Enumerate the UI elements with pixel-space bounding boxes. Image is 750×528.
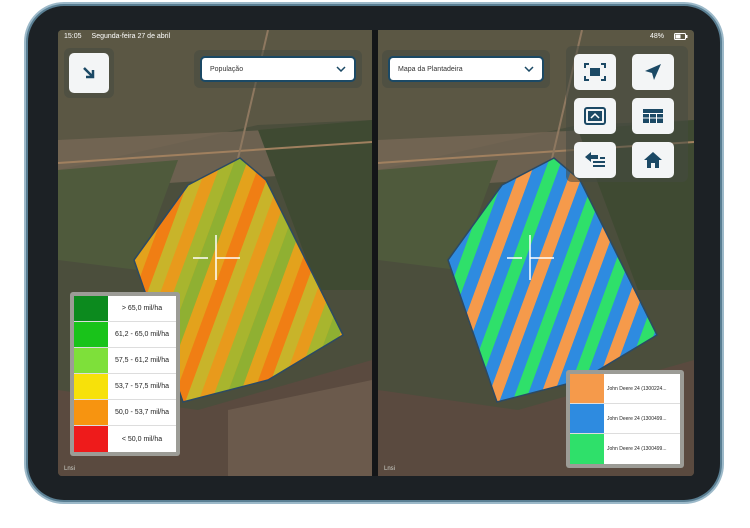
status-bar: 15:05 Segunda-feira 27 de abril xyxy=(58,30,372,42)
legend-label: John Deere 24 (1300499... xyxy=(607,415,667,422)
legend-swatch xyxy=(74,296,108,321)
picture-in-picture-icon xyxy=(584,107,606,125)
status-bar-right: 48% xyxy=(378,30,694,42)
picture-in-picture-button[interactable] xyxy=(574,98,616,134)
left-map-panel[interactable]: 15:05 Segunda-feira 27 de abril Populaçã… xyxy=(58,30,372,476)
screen: 15:05 Segunda-feira 27 de abril Populaçã… xyxy=(58,30,694,476)
legend-swatch xyxy=(570,374,604,403)
status-date: Segunda-feira 27 de abril xyxy=(91,32,171,40)
chevron-down-icon xyxy=(524,66,534,72)
table-icon xyxy=(643,109,663,123)
fit-screen-button[interactable] xyxy=(574,54,616,90)
legend-label: 57,5 - 61,2 mil/ha xyxy=(114,357,170,364)
legend-row: 61,2 - 65,0 mil/ha xyxy=(74,322,176,348)
table-button[interactable] xyxy=(632,98,674,134)
map-attribution: Lnsi xyxy=(64,466,76,472)
home-button[interactable] xyxy=(632,142,674,178)
arrow-down-right-icon xyxy=(83,67,95,79)
legend-label: 61,2 - 65,0 mil/ha xyxy=(114,331,170,338)
legend-swatch xyxy=(74,426,108,452)
list-back-icon xyxy=(585,152,605,167)
planter-legend: John Deere 24 (1300224... John Deere 24 … xyxy=(566,370,684,468)
legend-label: John Deere 24 (1300499... xyxy=(607,446,667,452)
legend-label: 50,0 - 53,7 mil/ha xyxy=(114,409,170,416)
legend-swatch xyxy=(570,434,604,464)
legend-label: 53,7 - 57,5 mil/ha xyxy=(114,383,170,390)
legend-row: John Deere 24 (1300499... xyxy=(570,434,680,464)
legend-label: John Deere 24 (1300224... xyxy=(607,385,667,392)
layer-dropdown[interactable]: População xyxy=(200,56,356,82)
navigation-arrow-icon xyxy=(645,64,661,80)
legend-swatch xyxy=(74,322,108,347)
legend-label: > 65,0 mil/ha xyxy=(121,305,163,312)
fit-screen-icon xyxy=(584,63,606,81)
right-map-panel[interactable]: 48% Mapa da Plantadeira John Deere 24 (1… xyxy=(378,30,694,476)
legend-swatch xyxy=(74,374,108,399)
home-icon xyxy=(644,152,662,168)
legend-swatch xyxy=(74,348,108,373)
population-legend: > 65,0 mil/ha 61,2 - 65,0 mil/ha 57,5 - … xyxy=(70,292,180,456)
collapse-button[interactable] xyxy=(69,53,109,93)
legend-row: John Deere 24 (1300499... xyxy=(570,404,680,434)
battery-level: 48% xyxy=(649,32,664,40)
legend-row: 53,7 - 57,5 mil/ha xyxy=(74,374,176,400)
legend-row: 57,5 - 61,2 mil/ha xyxy=(74,348,176,374)
legend-row: > 65,0 mil/ha xyxy=(74,296,176,322)
back-list-button[interactable] xyxy=(574,142,616,178)
legend-swatch xyxy=(74,400,108,425)
status-time: 15:05 xyxy=(64,32,82,40)
legend-row: < 50,0 mil/ha xyxy=(74,426,176,452)
layer-dropdown[interactable]: Mapa da Plantadeira xyxy=(388,56,544,82)
map-attribution: Lnsi xyxy=(384,466,396,472)
dropdown-value: Mapa da Plantadeira xyxy=(398,65,463,73)
legend-row: John Deere 24 (1300224... xyxy=(570,374,680,404)
battery-icon xyxy=(674,32,688,40)
map-controls xyxy=(566,46,688,182)
legend-swatch xyxy=(570,404,604,433)
legend-row: 50,0 - 53,7 mil/ha xyxy=(74,400,176,426)
collapse-button-container xyxy=(64,48,114,98)
legend-label: < 50,0 mil/ha xyxy=(121,435,163,443)
chevron-down-icon xyxy=(336,66,346,72)
locate-button[interactable] xyxy=(632,54,674,90)
dropdown-value: População xyxy=(210,65,244,73)
